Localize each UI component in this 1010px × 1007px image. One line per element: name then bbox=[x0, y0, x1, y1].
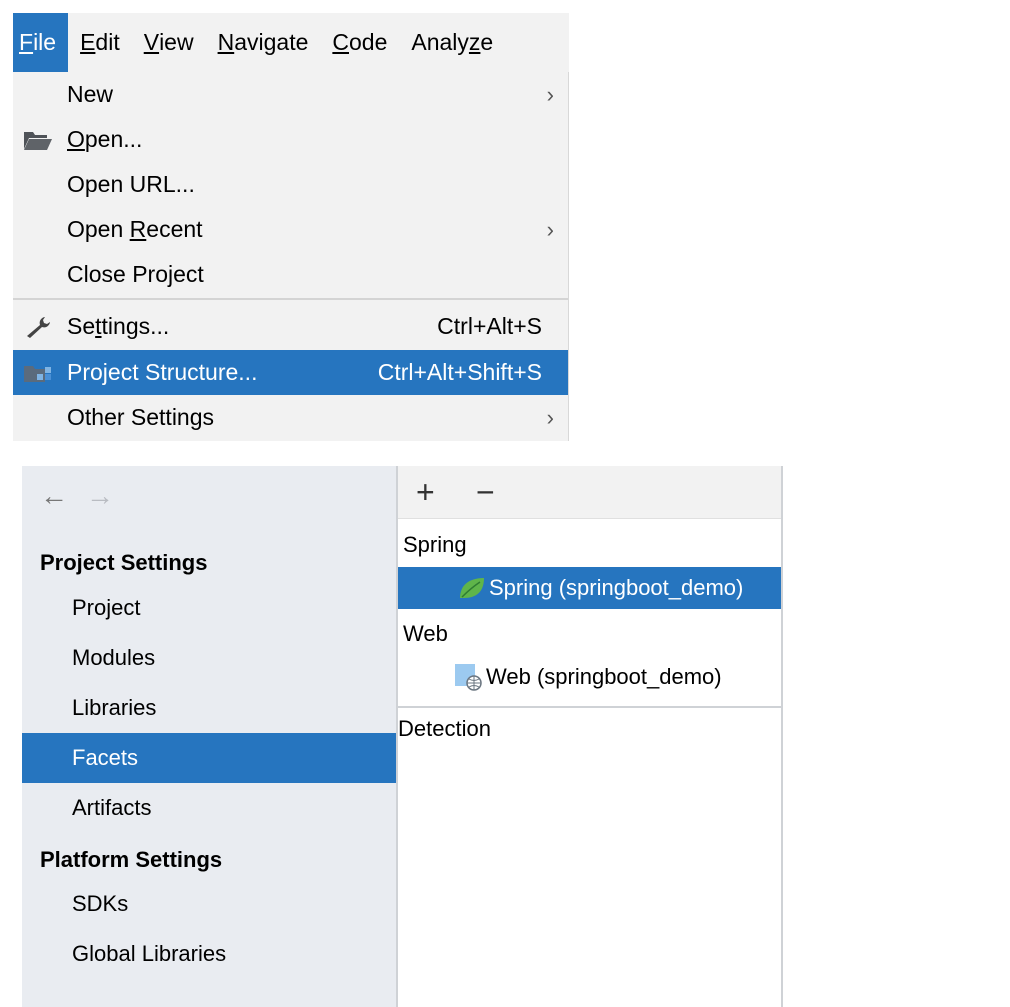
sidebar-item-global-libraries[interactable]: Global Libraries bbox=[22, 929, 396, 979]
sidebar-item-libraries[interactable]: Libraries bbox=[22, 683, 396, 733]
menu-analyze[interactable]: Analy z e bbox=[399, 13, 505, 72]
facet-item-spring-label: Spring (springboot_demo) bbox=[489, 575, 744, 600]
open-label-rest: pen... bbox=[84, 126, 143, 152]
menu-item-other-settings[interactable]: Other Settings › bbox=[13, 395, 568, 440]
menu-item-open-recent-label: Open Recent bbox=[67, 216, 203, 243]
sidebar-item-sdks[interactable]: SDKs bbox=[22, 879, 396, 929]
menu-item-open[interactable]: Open... bbox=[13, 117, 568, 162]
nav-arrows: ← → bbox=[40, 480, 114, 512]
menu-code-mnemonic: C bbox=[332, 29, 349, 55]
project-settings-heading: Project Settings bbox=[40, 550, 208, 575]
facet-group-spring[interactable]: Spring bbox=[403, 532, 467, 558]
menu-item-settings-label: Settings... bbox=[67, 313, 169, 340]
facet-item-web-label: Web (springboot_demo) bbox=[486, 664, 722, 689]
submenu-arrow-icon: › bbox=[546, 81, 554, 107]
sidebar-item-facets[interactable]: Facets bbox=[22, 733, 396, 783]
menu-separator bbox=[13, 298, 568, 300]
sidebar-item-label: Artifacts bbox=[72, 795, 152, 820]
menu-item-open-label: Open... bbox=[67, 126, 142, 153]
menu-item-project-structure-label: Project Structure... bbox=[67, 359, 258, 385]
forward-arrow-icon[interactable]: → bbox=[86, 480, 114, 512]
settings-rest: tings... bbox=[101, 313, 170, 339]
menu-item-new-label: New bbox=[67, 81, 114, 107]
menu-view[interactable]: View bbox=[132, 13, 206, 72]
menu-navigate-label: avigate bbox=[234, 29, 309, 55]
menu-edit-label: dit bbox=[95, 29, 120, 55]
menu-bar: File Edit View Navigate Code Analy z e bbox=[13, 13, 569, 72]
menu-item-open-url[interactable]: Open URL... bbox=[13, 162, 568, 207]
menu-item-settings[interactable]: Settings... Ctrl+Alt+S bbox=[13, 304, 568, 349]
menu-file-label: ile bbox=[33, 29, 57, 55]
web-facet-icon bbox=[455, 664, 482, 691]
folder-open-icon bbox=[24, 131, 52, 150]
menu-item-close-project-label: Close Project bbox=[67, 261, 204, 287]
menu-view-mnemonic: V bbox=[143, 29, 160, 55]
spring-leaf-icon bbox=[460, 578, 484, 598]
sidebar-item-label: Global Libraries bbox=[72, 941, 227, 966]
remove-icon[interactable]: − bbox=[476, 472, 495, 512]
menu-code-label: ode bbox=[349, 29, 388, 55]
menu-analyze-label: e bbox=[480, 29, 494, 55]
panel-separator bbox=[398, 706, 781, 708]
menu-item-project-structure[interactable]: Project Structure... Ctrl+Alt+Shift+S bbox=[13, 350, 568, 395]
sidebar-item-label: SDKs bbox=[72, 891, 129, 916]
detection-label[interactable]: Detection bbox=[398, 716, 491, 742]
facet-group-web[interactable]: Web bbox=[403, 621, 448, 647]
menu-file[interactable]: File bbox=[13, 13, 69, 72]
open-recent-pre: Open bbox=[67, 216, 130, 242]
open-recent-mnemonic: R bbox=[129, 216, 147, 242]
facet-item-web[interactable]: Web (springboot_demo) bbox=[398, 656, 781, 698]
sidebar-item-label: Facets bbox=[72, 745, 139, 770]
submenu-arrow-icon: › bbox=[546, 404, 554, 430]
panel-right-border bbox=[781, 466, 783, 1007]
project-structure-sidebar: ← → Project Settings Project Modules Lib… bbox=[22, 466, 396, 1007]
menu-view-label: iew bbox=[159, 29, 194, 55]
menu-navigate[interactable]: Navigate bbox=[206, 13, 321, 72]
menu-item-open-recent[interactable]: Open Recent › bbox=[13, 207, 568, 252]
open-mnemonic: O bbox=[67, 126, 85, 152]
menu-edit[interactable]: Edit bbox=[68, 13, 132, 72]
submenu-arrow-icon: › bbox=[546, 216, 554, 242]
file-menu-dropdown: New › Open... Open URL... Open Recent › … bbox=[13, 72, 569, 441]
facets-panel: + − Spring Spring (springboot_demo) Web … bbox=[398, 466, 781, 1007]
facets-toolbar: + − bbox=[398, 466, 781, 519]
menu-item-open-url-label: Open URL... bbox=[67, 171, 195, 197]
back-arrow-icon[interactable]: ← bbox=[40, 480, 68, 512]
sidebar-item-modules[interactable]: Modules bbox=[22, 633, 396, 683]
sidebar-item-label: Libraries bbox=[72, 695, 157, 720]
open-recent-rest: ecent bbox=[146, 216, 203, 242]
settings-shortcut: Ctrl+Alt+S bbox=[437, 313, 542, 339]
settings-pre: Se bbox=[67, 313, 96, 339]
menu-navigate-mnemonic: N bbox=[217, 29, 235, 55]
menu-file-mnemonic: F bbox=[19, 29, 34, 55]
facet-item-spring[interactable]: Spring (springboot_demo) bbox=[398, 567, 781, 609]
project-structure-shortcut: Ctrl+Alt+Shift+S bbox=[377, 359, 542, 385]
wrench-icon bbox=[27, 316, 50, 338]
sidebar-item-label: Project bbox=[72, 595, 141, 620]
menu-edit-mnemonic: E bbox=[80, 29, 96, 55]
menu-item-new[interactable]: New › bbox=[13, 72, 568, 117]
menu-analyze-mnemonic: z bbox=[468, 29, 481, 55]
sidebar-item-project[interactable]: Project bbox=[22, 583, 396, 633]
sidebar-item-artifacts[interactable]: Artifacts bbox=[22, 783, 396, 833]
add-icon[interactable]: + bbox=[416, 472, 435, 512]
platform-settings-heading: Platform Settings bbox=[40, 847, 223, 872]
menu-item-other-settings-label: Other Settings bbox=[67, 404, 215, 430]
project-structure-icon bbox=[24, 365, 51, 382]
menu-analyze-label-pre: Analy bbox=[411, 29, 469, 55]
sidebar-item-label: Modules bbox=[72, 645, 156, 670]
menu-item-close-project[interactable]: Close Project bbox=[13, 252, 568, 297]
menu-code[interactable]: Code bbox=[320, 13, 399, 72]
